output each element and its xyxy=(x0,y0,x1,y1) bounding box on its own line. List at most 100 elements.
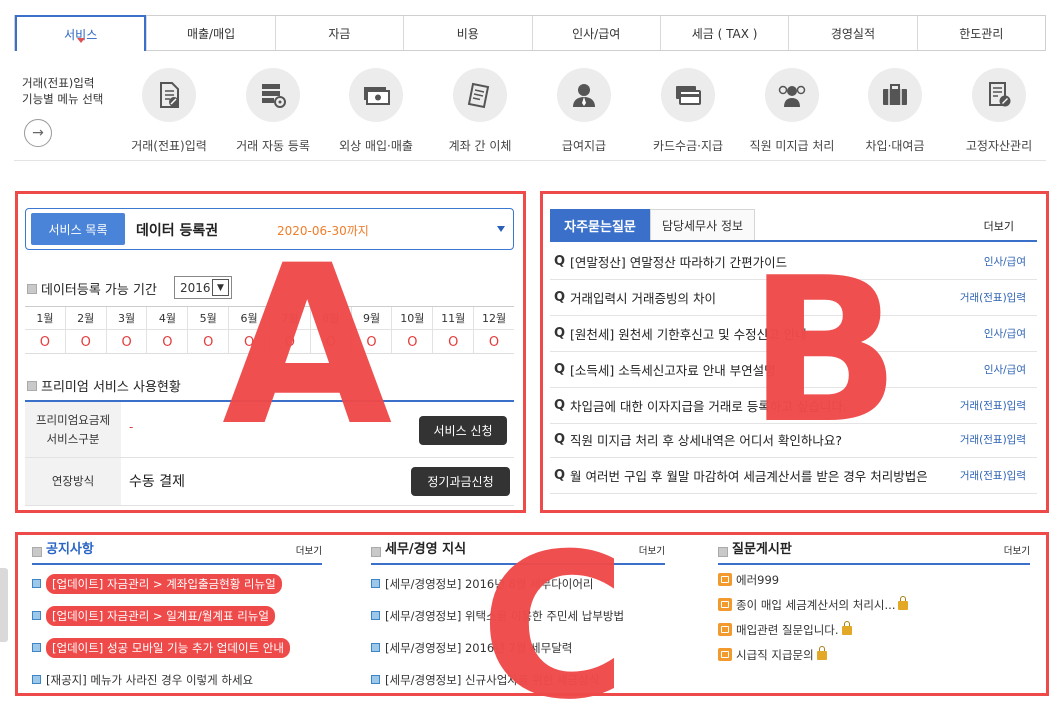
notice-link[interactable]: [재공지] 메뉴가 사라진 경우 이렇게 하세요 xyxy=(46,672,253,688)
notice-link[interactable]: [업데이트] 성공 모바일 기능 추가 업데이트 안내 xyxy=(46,637,290,658)
list-item[interactable]: 매입관련 질문입니다. xyxy=(718,619,1030,644)
quick-item-credit[interactable]: 외상 매입·매출 xyxy=(321,68,431,154)
quick-item-payroll[interactable]: 급여지급 xyxy=(529,68,639,154)
list-item[interactable]: [세무/경영정보] 2016년 7월 세무달력 xyxy=(371,637,671,669)
faq-question[interactable]: 거래입력시 거래증빙의 차이 xyxy=(570,288,927,307)
list-item[interactable]: [세무/경영정보] 신규사업자를 위한 세금상식 xyxy=(371,669,671,701)
list-item[interactable]: [세무/경영정보] 위택스를 이용한 주민세 납부방법 xyxy=(371,605,671,637)
quick-item-fixed-asset[interactable]: 고정자산관리 xyxy=(944,68,1054,154)
board-link[interactable]: 시급직 지급문의 xyxy=(736,647,814,663)
notice-header: 공지사항 더보기 xyxy=(32,538,322,565)
list-item[interactable]: [업데이트] 성공 모바일 기능 추가 업데이트 안내 xyxy=(32,637,332,669)
premium-row-plan: 프리미엄요금제 서비스구분 - 서비스 신청 xyxy=(25,402,514,458)
notice-more-link[interactable]: 더보기 xyxy=(296,543,322,557)
side-scroll-handle[interactable] xyxy=(0,568,8,642)
notice-link[interactable]: [업데이트] 자금관리 > 일계표/월계표 리뉴얼 xyxy=(46,605,275,626)
quick-item-auto-register[interactable]: 거래 자동 등록 xyxy=(218,68,328,154)
premium-table: 프리미엄요금제 서비스구분 - 서비스 신청 연장방식 수동 결제 정기과금신청 xyxy=(25,400,514,506)
month-status: O xyxy=(187,330,228,354)
question-mark-label: Q xyxy=(554,398,566,413)
quick-item-transfer[interactable]: 계좌 간 이체 xyxy=(425,68,535,154)
list-item[interactable]: 에러999 xyxy=(718,569,1030,594)
list-bullet-icon xyxy=(371,675,380,684)
month-status-row: O O O O O O O O O O O O xyxy=(25,329,514,354)
list-item[interactable]: 종이 매입 세금계산서의 처리시... xyxy=(718,594,1030,619)
board-link[interactable]: 매입관련 질문입니다. xyxy=(736,622,839,638)
premium-heading: 프리미엄 서비스 사용현황 xyxy=(27,376,181,395)
month-header: 1월 xyxy=(36,312,54,325)
tab-tax-advisor[interactable]: 담당세무사 정보 xyxy=(650,209,755,240)
faq-item[interactable]: Q [연말정산] 연말정산 따라하기 간편가이드 인사/급여 xyxy=(550,244,1037,280)
quick-item-loan[interactable]: 차입·대여금 xyxy=(840,68,950,154)
faq-more-link[interactable]: 더보기 xyxy=(984,218,1014,234)
faq-item[interactable]: Q 월 여러번 구입 후 월말 마감하여 세금계산서를 받은 경우 처리방법은? 거… xyxy=(550,458,1037,494)
chevron-down-icon[interactable] xyxy=(497,226,505,232)
faq-question[interactable]: 월 여러번 구입 후 월말 마감하여 세금계산서를 받은 경우 처리방법은? xyxy=(570,466,927,485)
subscription-apply-button[interactable]: 정기과금신청 xyxy=(411,467,510,496)
faq-item[interactable]: Q 직원 미지급 처리 후 상세내역은 어디서 확인하나요? 거래(전표)입력 xyxy=(550,422,1037,458)
premium-row-renewal: 연장방식 수동 결제 정기과금신청 xyxy=(25,458,514,506)
quick-item-card[interactable]: 카드수금·지급 xyxy=(633,68,743,154)
tab-expenses[interactable]: 비용 xyxy=(403,15,532,50)
service-list-button[interactable]: 서비스 목록 xyxy=(31,213,125,245)
faq-item[interactable]: Q 거래입력시 거래증빙의 차이 거래(전표)입력 xyxy=(550,280,1037,316)
faq-item[interactable]: Q [원천세] 원천세 기한후신고 및 수정신고 안내 인사/급여 xyxy=(550,316,1037,352)
faq-item[interactable]: Q [소득세] 소득세신고자료 안내 부연설명 인사/급여 xyxy=(550,352,1037,388)
quick-item-label: 거래(전표)입력 xyxy=(131,139,207,153)
knowledge-link[interactable]: [세무/경영정보] 위택스를 이용한 주민세 납부방법 xyxy=(385,608,624,624)
receipt-icon xyxy=(453,68,507,122)
tab-performance[interactable]: 경영실적 xyxy=(788,15,917,50)
faq-question[interactable]: 직원 미지급 처리 후 상세내역은 어디서 확인하나요? xyxy=(570,430,927,449)
month-header: 7월 xyxy=(268,307,310,329)
list-item[interactable]: [재공지] 메뉴가 사라진 경우 이렇게 하세요 xyxy=(32,669,332,701)
person-money-icon xyxy=(765,68,819,122)
list-bullet-icon xyxy=(371,643,380,652)
board-more-link[interactable]: 더보기 xyxy=(1004,543,1030,557)
board-link[interactable]: 종이 매입 세금계산서의 처리시... xyxy=(736,597,895,613)
period-heading: 데이터등록 가능 기간 xyxy=(27,279,157,298)
service-selector[interactable]: 서비스 목록 데이터 등록권 2020-06-30까지 xyxy=(25,208,514,250)
knowledge-link[interactable]: [세무/경영정보] 2016년 8월 세무다이어리 xyxy=(385,576,594,592)
month-header-row: 1월 2월 3월 4월 5월 6월 7월 8월 9월 10월 11월 12월 xyxy=(25,307,514,329)
premium-plan-cell: - 서비스 신청 xyxy=(121,402,514,457)
board-header: 질문게시판 더보기 xyxy=(718,538,1030,565)
quick-item-unpaid[interactable]: 직원 미지급 처리 xyxy=(737,68,847,154)
tab-tax[interactable]: 세금 ( TAX ) xyxy=(659,15,789,50)
faq-category: 거래(전표)입력 xyxy=(959,434,1026,446)
month-status: O xyxy=(228,330,269,354)
knowledge-more-link[interactable]: 더보기 xyxy=(639,543,665,557)
tab-faq[interactable]: 자주묻는질문 xyxy=(550,209,650,242)
notice-link[interactable]: [업데이트] 자금관리 > 계좌입출금현황 리뉴얼 xyxy=(46,573,282,594)
bullet-square-icon xyxy=(371,547,381,557)
tab-limit[interactable]: 한도관리 xyxy=(916,15,1045,50)
quick-item-transaction[interactable]: 거래(전표)입력 xyxy=(114,68,224,154)
tab-hr-payroll[interactable]: 인사/급여 xyxy=(531,15,660,50)
knowledge-link[interactable]: [세무/경영정보] 신규사업자를 위한 세금상식 xyxy=(385,672,599,688)
tab-funds[interactable]: 자금 xyxy=(274,15,404,50)
faq-question[interactable]: [원천세] 원천세 기한후신고 및 수정신고 안내 xyxy=(570,324,927,343)
month-status: O xyxy=(268,330,310,354)
tab-service[interactable]: 서비스 xyxy=(15,15,147,51)
month-header: 11월 xyxy=(432,307,473,329)
list-item[interactable]: 시급직 지급문의 xyxy=(718,644,1030,669)
question-mark-label: Q xyxy=(554,432,566,447)
list-item[interactable]: [세무/경영정보] 2016년 8월 세무다이어리 xyxy=(371,573,671,605)
year-select[interactable]: 2016 ▼ xyxy=(174,276,232,299)
chevron-down-icon[interactable]: ▼ xyxy=(212,279,229,296)
quick-item-label: 카드수금·지급 xyxy=(652,139,724,153)
month-table: 1월 2월 3월 4월 5월 6월 7월 8월 9월 10월 11월 12월 O… xyxy=(25,306,514,354)
faq-question[interactable]: 차입금에 대한 이자지급을 거래로 등록하고 싶습니다. xyxy=(570,396,927,415)
bullet-square-icon xyxy=(32,547,42,557)
faq-question[interactable]: [연말정산] 연말정산 따라하기 간편가이드 xyxy=(570,252,927,271)
faq-question[interactable]: [소득세] 소득세신고자료 안내 부연설명 xyxy=(570,360,927,379)
list-item[interactable]: [업데이트] 자금관리 > 일계표/월계표 리뉴얼 xyxy=(32,605,332,637)
faq-item[interactable]: Q 차입금에 대한 이자지급을 거래로 등록하고 싶습니다. 거래(전표)입력 xyxy=(550,388,1037,424)
board-link[interactable]: 에러999 xyxy=(736,572,779,588)
knowledge-link[interactable]: [세무/경영정보] 2016년 7월 세무달력 xyxy=(385,640,572,656)
question-mark-label: Q xyxy=(554,468,566,483)
service-apply-button[interactable]: 서비스 신청 xyxy=(419,416,507,445)
list-item[interactable]: [업데이트] 자금관리 > 계좌입출금현황 리뉴얼 xyxy=(32,573,332,605)
tab-sales-purchase[interactable]: 매출/매입 xyxy=(146,15,275,50)
next-arrow-button[interactable]: → xyxy=(24,119,52,147)
bullet-square-icon xyxy=(718,547,728,557)
